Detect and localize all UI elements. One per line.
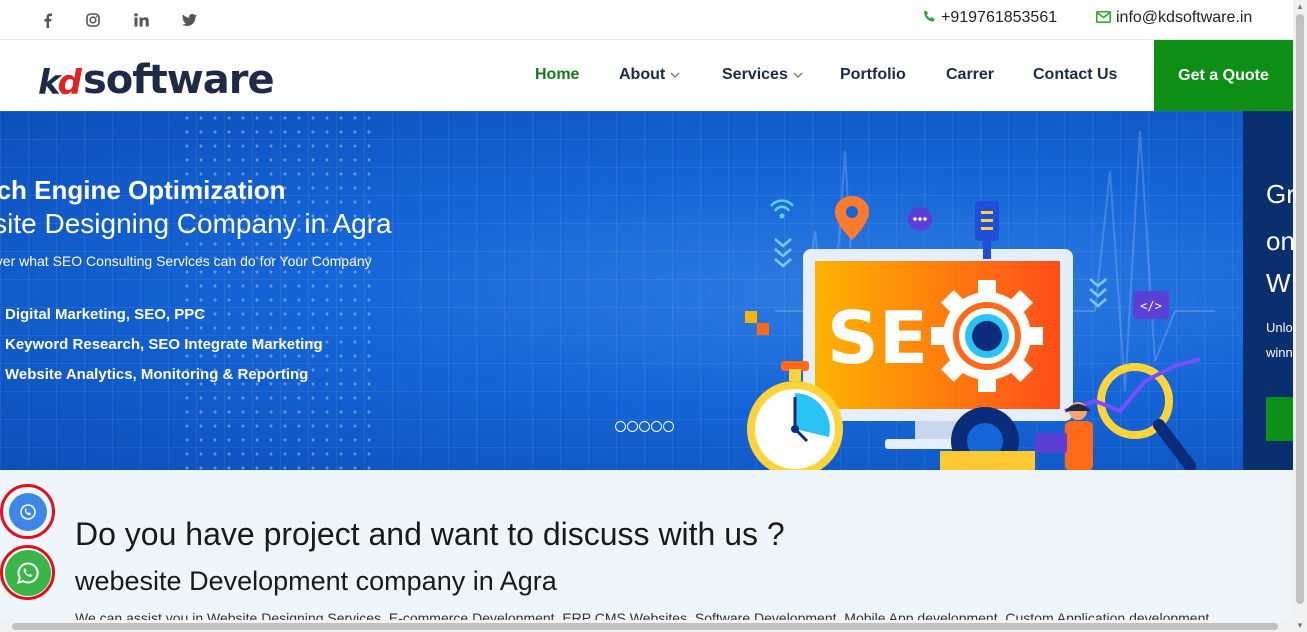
- get-a-quote-button[interactable]: Get a Quote: [1154, 40, 1293, 111]
- next-slide-text: Unlo: [1266, 320, 1293, 335]
- chevron-down-icon: [670, 69, 680, 81]
- phone-icon: [8, 492, 47, 531]
- twitter-icon[interactable]: [179, 10, 199, 30]
- pager-dot[interactable]: [627, 421, 638, 432]
- email-address: info@kdsoftware.in: [1116, 9, 1253, 26]
- next-slide-line: W: [1266, 268, 1291, 298]
- nav-home-label: Home: [535, 66, 580, 83]
- next-slide-text: winn: [1266, 345, 1293, 360]
- envelope-icon: [1096, 10, 1111, 27]
- hero-pager: [615, 421, 674, 432]
- vertical-scrollbar[interactable]: ▲ ▼: [1293, 0, 1307, 632]
- top-phone[interactable]: +919761853561: [923, 9, 1057, 27]
- next-slide-button[interactable]: [1266, 397, 1293, 441]
- nav-carrer[interactable]: Carrer: [946, 66, 994, 84]
- seo-text: SE: [827, 296, 928, 380]
- nav-portfolio-label: Portfolio: [840, 66, 906, 83]
- nav-portfolio[interactable]: Portfolio: [840, 66, 906, 84]
- nav-carrer-label: Carrer: [946, 66, 995, 83]
- svg-text:</>: </>: [1140, 299, 1162, 313]
- pager-dot[interactable]: [639, 421, 650, 432]
- whatsapp-float-button[interactable]: [0, 545, 55, 600]
- discuss-subheading: webesite Development company in Agra: [75, 566, 557, 596]
- whatsapp-icon: [4, 549, 51, 596]
- linkedin-icon[interactable]: [131, 10, 151, 30]
- wifi-icon: [770, 199, 794, 219]
- pager-dot[interactable]: [651, 421, 662, 432]
- nav-about[interactable]: About: [619, 66, 680, 84]
- scroll-down-icon[interactable]: ▼: [1295, 621, 1305, 630]
- next-slide-line: on: [1266, 226, 1293, 256]
- top-bar: +919761853561 info@kdsoftware.in: [0, 0, 1293, 40]
- nav-home[interactable]: Home: [535, 66, 579, 84]
- nav-services-label: Services: [722, 66, 788, 83]
- hero-bullet: Digital Marketing, SEO, PPC: [5, 306, 206, 323]
- hero-dots-pattern: [180, 111, 380, 470]
- logo-kd: kd: [38, 63, 82, 103]
- scrollbar-thumb[interactable]: [1296, 14, 1304, 604]
- main-navbar: kd software Home About Services Portfoli…: [0, 40, 1293, 111]
- call-float-button[interactable]: [0, 484, 55, 539]
- page: +919761853561 info@kdsoftware.in kd soft…: [0, 0, 1307, 632]
- nav-contact-us[interactable]: Contact Us: [1033, 66, 1117, 84]
- discuss-text: We can assist you in Website Designing S…: [75, 610, 1210, 620]
- horizontal-scrollbar[interactable]: [0, 620, 1293, 632]
- nav-about-label: About: [619, 66, 666, 83]
- hero-heading: arch Engine Optimization: [0, 175, 286, 205]
- pager-dot[interactable]: [615, 421, 626, 432]
- facebook-icon[interactable]: [37, 10, 57, 30]
- hero-title: ebsite Designing Company in Agra: [0, 208, 392, 239]
- logo-software: software: [82, 57, 275, 103]
- hero-next-slide-peek: Gr on W Unlo winn: [1243, 111, 1293, 470]
- top-email[interactable]: info@kdsoftware.in: [1096, 9, 1252, 27]
- chevron-down-icon: [793, 69, 803, 81]
- seo-illustration: </> SE: [745, 130, 1215, 470]
- nav-services[interactable]: Services: [722, 66, 803, 84]
- discuss-heading: Do you have project and want to discuss …: [75, 516, 785, 552]
- nav-contact-label: Contact Us: [1033, 66, 1118, 83]
- discuss-section: Do you have project and want to discuss …: [0, 470, 1293, 620]
- hero-subtitle: over what SEO Consulting Services can do…: [0, 253, 372, 269]
- hero-bullet: Keyword Research, SEO Integrate Marketin…: [5, 336, 323, 353]
- scrollbar-thumb[interactable]: [12, 623, 1278, 630]
- hero-slider: arch Engine Optimization ebsite Designin…: [0, 111, 1243, 470]
- phone-number: +919761853561: [941, 9, 1058, 26]
- instagram-icon[interactable]: [83, 10, 103, 30]
- pager-dot[interactable]: [663, 421, 674, 432]
- scroll-up-icon[interactable]: ▲: [1295, 2, 1305, 11]
- phone-icon: [923, 10, 936, 27]
- hero-bullet: Website Analytics, Monitoring & Reportin…: [5, 366, 309, 383]
- kd-software-logo[interactable]: kd software: [38, 57, 275, 103]
- next-slide-line: Gr: [1266, 179, 1293, 209]
